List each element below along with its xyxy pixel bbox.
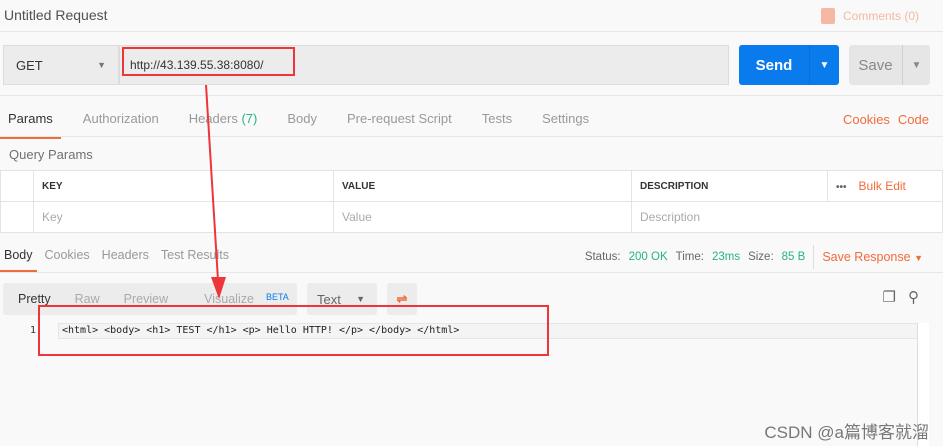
time-value: 23ms <box>711 251 741 263</box>
tab-tests[interactable]: Tests <box>474 103 520 139</box>
tab-params[interactable]: Params <box>0 103 61 139</box>
arrow-line <box>205 85 219 281</box>
cookies-link[interactable]: Cookies <box>843 112 890 127</box>
query-params-title: Query Params <box>9 147 93 162</box>
status-value: 200 OK <box>628 251 668 263</box>
save-response-button[interactable]: Save Response ▼ <box>822 250 923 264</box>
request-title: Untitled Request <box>4 7 108 23</box>
view-pretty[interactable]: Pretty <box>3 292 63 306</box>
value-input[interactable]: Value <box>333 201 632 233</box>
divider <box>0 272 943 273</box>
response-status: Status: 200 OK Time: 23ms Size: 85 B Save R… <box>585 245 923 269</box>
save-label: Save <box>858 56 893 74</box>
request-tabs: Params Authorization Headers (7) Body Pr… <box>0 103 611 139</box>
column-description: DESCRIPTION <box>631 170 828 202</box>
size-label: Size: <box>748 251 774 263</box>
annotation-arrow <box>205 85 226 299</box>
tab-body[interactable]: Body <box>279 103 325 139</box>
send-label: Send <box>755 56 793 74</box>
divider <box>813 245 815 269</box>
time-label: Time: <box>675 251 704 263</box>
search-icon[interactable]: ⚲ <box>908 288 919 306</box>
view-preview[interactable]: Preview <box>112 292 180 306</box>
headers-count: (7) <box>241 111 258 126</box>
view-raw[interactable]: Raw <box>63 292 112 306</box>
send-button[interactable]: Send ▼ <box>739 45 839 85</box>
more-icon[interactable]: ••• <box>836 182 847 193</box>
key-input[interactable]: Key <box>33 201 334 233</box>
column-value: VALUE <box>333 170 632 202</box>
table-actions: ••• Bulk Edit <box>827 170 943 202</box>
description-input[interactable]: Description <box>631 201 943 233</box>
copy-icon[interactable]: ❐ <box>883 288 896 306</box>
watermark: CSDN @a篇博客就溜 <box>764 423 929 442</box>
table-row: Key Value Description <box>0 201 943 233</box>
beta-badge: BETA <box>265 292 289 302</box>
comments-label: Comments (0) <box>842 9 919 23</box>
annotation-box-url <box>122 47 295 76</box>
checkbox-column <box>0 170 34 202</box>
tab-pre-request-script[interactable]: Pre-request Script <box>339 103 460 139</box>
save-dropdown-icon[interactable]: ▼ <box>902 45 930 85</box>
send-dropdown-icon[interactable]: ▼ <box>809 45 839 85</box>
annotation-box-body <box>38 305 549 356</box>
tab-settings[interactable]: Settings <box>534 103 597 139</box>
divider <box>0 31 943 32</box>
chevron-down-icon: ▼ <box>356 294 365 304</box>
table-header-row: KEY VALUE DESCRIPTION ••• Bulk Edit <box>0 170 943 202</box>
tab-authorization[interactable]: Authorization <box>75 103 167 139</box>
params-table: KEY VALUE DESCRIPTION ••• Bulk Edit Key V… <box>0 170 943 233</box>
line-number: 1 <box>30 325 37 336</box>
status-label: Status: <box>584 251 621 263</box>
chevron-down-icon: ▼ <box>914 253 923 263</box>
method-select[interactable]: GET ▼ <box>3 45 119 85</box>
row-checkbox[interactable] <box>0 201 34 233</box>
divider <box>0 95 943 96</box>
column-key: KEY <box>33 170 334 202</box>
bulk-edit-link[interactable]: Bulk Edit <box>859 179 906 193</box>
save-response-label: Save Response <box>822 250 911 264</box>
tab-response-headers[interactable]: Headers <box>98 240 153 273</box>
comments-button[interactable]: Comments (0) <box>820 8 919 24</box>
tab-response-body[interactable]: Body <box>0 240 37 273</box>
method-value: GET <box>16 57 43 73</box>
tab-response-cookies[interactable]: Cookies <box>41 240 94 273</box>
chevron-down-icon: ▼ <box>97 60 106 70</box>
code-link[interactable]: Code <box>898 112 929 127</box>
arrow-head <box>211 277 226 299</box>
divider <box>0 136 943 137</box>
size-value: 85 B <box>781 251 806 263</box>
save-button[interactable]: Save ▼ <box>849 45 930 85</box>
comment-icon <box>820 8 835 24</box>
